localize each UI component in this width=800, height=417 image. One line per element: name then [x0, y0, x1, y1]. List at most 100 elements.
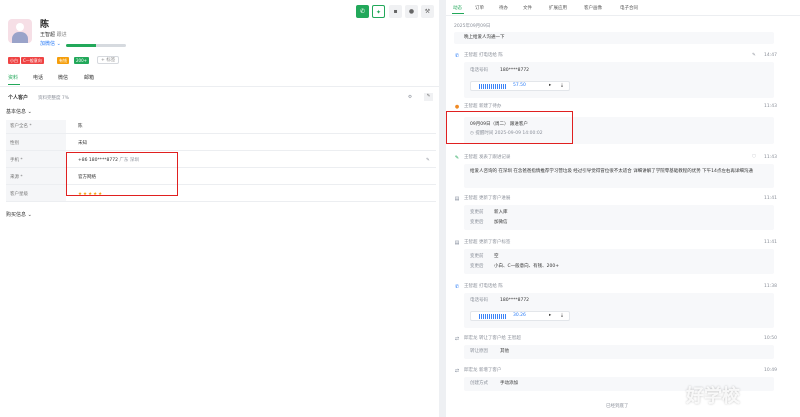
sparkle-icon[interactable]: ✦	[372, 5, 385, 18]
crm-window: 陈 王智超 跟进 加微信 ⌄ 小白 C一般意向 有钱 200+ + 标签 资料 …	[0, 0, 800, 417]
entry-time: 11:43	[764, 104, 777, 109]
customer-name: 陈	[40, 20, 50, 30]
transfer-card: 转让原因 其他	[464, 345, 774, 359]
value-fullname[interactable]: 陈	[78, 124, 83, 130]
tab-extensions[interactable]: 扩展应用	[549, 5, 567, 12]
audio-duration: 57.50	[513, 83, 526, 88]
audio-player[interactable]: 30.26 ▸ ⤓	[470, 311, 570, 321]
basic-info-title: 基本信息	[6, 109, 27, 115]
call-card: 电话号码 180****8772 30.26 ▸ ⤓	[464, 293, 774, 328]
before-label: 变更前	[470, 254, 484, 259]
after-value: 小白、C一般意向、有钱、200+	[494, 264, 560, 269]
entry-time: 11:43	[764, 155, 777, 160]
stage-progress	[66, 44, 126, 47]
add-tag-button[interactable]: + 标签	[97, 56, 120, 64]
number-label: 电话号码	[470, 298, 488, 303]
transfer-label: 转让原因	[470, 349, 488, 354]
entry-actor: 王智超	[464, 104, 478, 109]
tab-contracts[interactable]: 电子合同	[620, 5, 638, 12]
entry-time: 14:47	[764, 53, 777, 58]
call-icon: ✆	[454, 53, 460, 59]
tab-files[interactable]: 文件	[523, 5, 532, 12]
audio-player[interactable]: 57.50 ▸ ⤓	[470, 81, 570, 91]
transfer-icon: ⇄	[454, 336, 460, 342]
entry-header: 邱宏龙 新增了客户	[464, 368, 501, 374]
edit-icon[interactable]: ✎	[424, 93, 433, 101]
tab-profile-portrait[interactable]: 客户画像	[584, 5, 602, 12]
before-value: 空	[494, 254, 499, 259]
create-icon: ⇄	[454, 368, 460, 374]
note-icon: ✎	[454, 155, 460, 161]
entry-actor: 王智超	[464, 196, 478, 201]
message-icon[interactable]: ▪	[389, 5, 402, 18]
tag-200: 200+	[74, 57, 89, 64]
tab-underline	[8, 84, 20, 85]
entry-action: 新增了客户	[478, 368, 502, 373]
download-icon[interactable]: ⤓	[561, 313, 563, 319]
owner-line: 王智超 跟进	[40, 32, 67, 39]
activity-panel: 动态 订单 待办 文件 扩展应用 客户画像 电子合同 2025年09月09日 晚…	[446, 0, 800, 417]
stage-select[interactable]: 加微信 ⌄	[40, 41, 61, 48]
after-label: 变更后	[470, 264, 484, 269]
entry-actor: 王智超	[464, 284, 478, 289]
play-icon[interactable]: ▸	[549, 83, 551, 89]
tab-email[interactable]: 邮箱	[84, 75, 94, 82]
pencil-icon[interactable]: ✎	[426, 158, 430, 164]
document-icon: ▤	[454, 196, 460, 202]
top-note-text: 晚上给爱人沟通一下	[464, 35, 505, 40]
tab-phone[interactable]: 电话	[33, 75, 43, 82]
phone-number: 180****8772	[500, 68, 530, 73]
label-phone: 手机 *	[10, 158, 23, 163]
tab-todo[interactable]: 待办	[499, 5, 508, 12]
entry-actor: 邱宏龙	[464, 368, 478, 373]
purchase-info-header[interactable]: 购买信息 ⌄	[6, 212, 32, 219]
basic-info-header[interactable]: 基本信息 ⌄	[6, 109, 32, 116]
tag-intent: C一般意向	[21, 57, 44, 64]
tab-wechat[interactable]: 微信	[58, 75, 68, 82]
todo-icon: ●	[454, 104, 460, 110]
entry-action: 更新了客户标签	[478, 240, 511, 245]
entry-action: 打电话给 陈	[478, 284, 503, 289]
completeness: 资料完整度 7%	[38, 96, 70, 101]
before-label: 变更前	[470, 210, 484, 215]
number-label: 电话号码	[470, 68, 488, 73]
settings-icon[interactable]: ⚙	[408, 95, 412, 101]
audio-duration: 30.26	[513, 313, 526, 318]
contacts-icon[interactable]: ●	[405, 5, 418, 18]
tab-activity[interactable]: 动态	[453, 5, 462, 12]
waveform	[479, 314, 507, 319]
note-card: 给爱人咨询的 在深圳 在念爸爸指情推荐学习营垃圾 经过引导觉得冒位很不太适合 详…	[464, 164, 774, 188]
entry-actor: 王智超	[464, 53, 478, 58]
play-icon[interactable]: ▸	[549, 313, 551, 319]
call-card: 电话号码 180****8772 57.50 ▸ ⤓	[464, 62, 774, 98]
entry-action: 更新了客户进展	[478, 196, 511, 201]
call-icon: ✆	[454, 284, 460, 290]
after-value: 加微信	[494, 220, 508, 225]
note-text: 给爱人咨询的 在深圳 在念爸爸指情推荐学习营垃圾 经过引导觉得冒位很不太适合 详…	[470, 169, 753, 174]
phone-number: 180****8772	[500, 298, 530, 303]
download-icon[interactable]: ⤓	[561, 83, 563, 89]
entry-action: 打电话给 陈	[478, 53, 503, 58]
personal-title: 个人客户	[8, 95, 29, 101]
field-gender: 性别 未知	[6, 138, 436, 151]
entry-actor: 王智超	[464, 155, 478, 160]
tools-icon[interactable]: ⚒	[421, 5, 434, 18]
customer-detail-panel: 陈 王智超 跟进 加微信 ⌄ 小白 C一般意向 有钱 200+ + 标签 资料 …	[0, 0, 439, 417]
pencil-icon[interactable]: ✎	[752, 53, 756, 59]
after-label: 变更后	[470, 220, 484, 225]
comment-icon[interactable]: ◌	[752, 154, 756, 160]
top-note-card: 晚上给爱人沟通一下	[454, 32, 774, 44]
change-card: 变更前 空 变更后 小白、C一般意向、有钱、200+	[464, 249, 774, 274]
document-icon: ▤	[454, 240, 460, 246]
entry-actor: 王智超	[464, 240, 478, 245]
tag-xiaobai: 小白	[8, 57, 20, 64]
create-label: 创建方式	[470, 381, 488, 386]
tab-orders[interactable]: 订单	[475, 5, 484, 12]
avatar	[8, 19, 32, 43]
entry-action: 发表了跟进记录	[478, 155, 511, 160]
tab-profile[interactable]: 资料	[8, 75, 18, 82]
phone-icon[interactable]: ✆	[356, 5, 369, 18]
value-gender[interactable]: 未知	[78, 141, 87, 147]
entry-action: 新建了待办	[478, 104, 502, 109]
transfer-value: 其他	[500, 349, 509, 354]
